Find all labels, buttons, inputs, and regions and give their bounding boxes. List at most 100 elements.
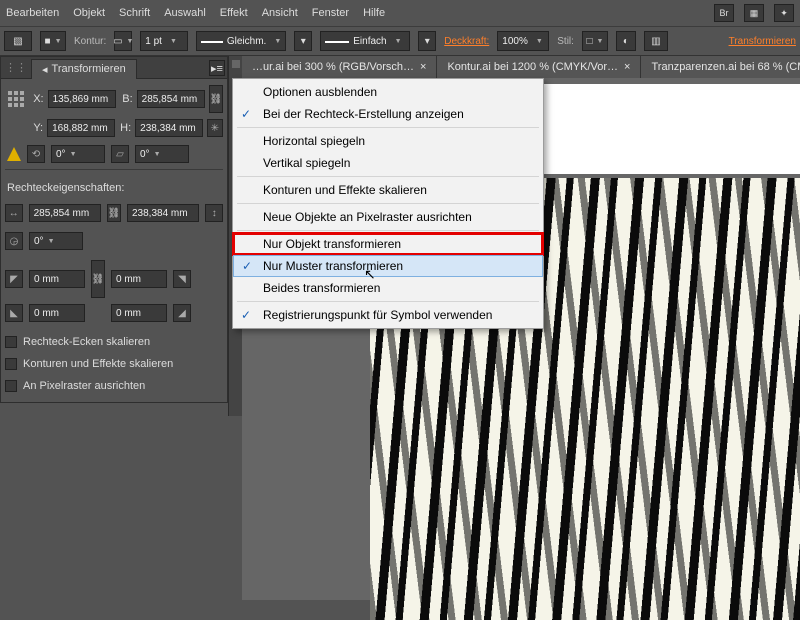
- app-menubar: Bearbeiten Objekt Schrift Auswahl Effekt…: [0, 0, 800, 26]
- close-icon[interactable]: ×: [420, 61, 426, 73]
- stroke-weight-field[interactable]: 1 pt: [140, 31, 188, 51]
- corner-tl-field[interactable]: 0 mm: [29, 270, 85, 288]
- cb-pixel-align[interactable]: [5, 380, 17, 392]
- rect-height-icon: ↕: [205, 204, 223, 222]
- gpu-icon[interactable]: ✦: [774, 4, 794, 22]
- menu-select[interactable]: Auswahl: [164, 7, 206, 19]
- menu-transform-both[interactable]: Beides transformieren: [233, 277, 543, 299]
- dash-options-icon[interactable]: ▾: [294, 31, 312, 51]
- menu-hide-options[interactable]: Optionen ausblenden: [233, 81, 543, 103]
- menu-show-on-rect-create[interactable]: ✓ Bei der Rechteck-Erstellung anzeigen: [233, 103, 543, 125]
- menu-view[interactable]: Ansicht: [262, 7, 298, 19]
- cb-scale-corners[interactable]: [5, 336, 17, 348]
- corner-bl-field[interactable]: 0 mm: [29, 304, 85, 322]
- menu-flip-vertical[interactable]: Vertikal spiegeln: [233, 152, 543, 174]
- menu-flip-horizontal[interactable]: Horizontal spiegeln: [233, 130, 543, 152]
- corner-br-field[interactable]: 0 mm: [111, 304, 167, 322]
- brush-field[interactable]: Einfach: [320, 31, 410, 51]
- align-icon[interactable]: ▥: [644, 31, 668, 51]
- rect-width-field[interactable]: 285,854 mm: [29, 204, 101, 222]
- check-icon: ✓: [242, 259, 252, 273]
- doc-tab-2[interactable]: Kontur.ai bei 1200 % (CMYK/Vor… ×: [437, 56, 641, 78]
- dash-profile-field[interactable]: Gleichm.: [196, 31, 286, 51]
- close-icon[interactable]: ×: [624, 61, 630, 73]
- opacity-field[interactable]: 100%: [497, 31, 549, 51]
- menu-item-label: Nur Objekt transformieren: [263, 237, 401, 251]
- shear-field[interactable]: 0°: [135, 145, 189, 163]
- menu-item-label: Horizontal spiegeln: [263, 134, 365, 148]
- menu-help[interactable]: Hilfe: [363, 7, 385, 19]
- menu-item-label: Neue Objekte an Pixelraster ausrichten: [263, 210, 472, 224]
- menu-window[interactable]: Fenster: [312, 7, 349, 19]
- warning-icon: [7, 147, 21, 161]
- menu-separator: [237, 230, 539, 231]
- doc-tab-1-label: …ur.ai bei 300 % (RGB/Vorsch…: [252, 61, 414, 73]
- tool-preset-icon[interactable]: ▧: [4, 31, 32, 51]
- panel-body: X: 135,869 mm B: 285,854 mm ⛓ Y: 168,882…: [1, 79, 227, 402]
- corner-tr-field[interactable]: 0 mm: [111, 270, 167, 288]
- y-label: Y:: [31, 122, 44, 134]
- panel-grip-icon[interactable]: ⋮⋮: [5, 61, 27, 74]
- panel-flyout-button[interactable]: ▸≡: [209, 60, 225, 76]
- corner-br-icon: ◢: [173, 304, 191, 322]
- menubar-right-group: Br ▦ ✦: [714, 4, 794, 22]
- rect-angle-field[interactable]: 0°: [29, 232, 83, 250]
- scale-strokes-icon[interactable]: ✳: [207, 119, 223, 137]
- height-field[interactable]: 238,384 mm: [135, 119, 202, 137]
- recolor-icon[interactable]: ◐: [616, 31, 636, 51]
- menu-use-reg-point[interactable]: ✓ Registrierungspunkt für Symbol verwende…: [233, 304, 543, 326]
- fill-swatch[interactable]: ■: [40, 31, 66, 51]
- dock-collapse-icon[interactable]: [232, 60, 240, 68]
- menu-object[interactable]: Objekt: [73, 7, 105, 19]
- cb-scale-fx[interactable]: [5, 358, 17, 370]
- document-tabs: …ur.ai bei 300 % (RGB/Vorsch… × Kontur.a…: [242, 56, 800, 78]
- menu-item-label: Konturen und Effekte skalieren: [263, 183, 427, 197]
- menu-transform-pattern-only[interactable]: ✓ Nur Muster transformieren ↖: [233, 255, 543, 277]
- options-bar: ▧ ■ Kontur: ▭ 1 pt Gleichm. ▾ Einfach ▾ …: [0, 26, 800, 56]
- menu-transform-object-only[interactable]: Nur Objekt transformieren: [233, 233, 543, 255]
- menu-edit[interactable]: Bearbeiten: [6, 7, 59, 19]
- menu-align-new-to-pixelgrid[interactable]: Neue Objekte an Pixelraster ausrichten: [233, 206, 543, 228]
- x-field[interactable]: 135,869 mm: [48, 90, 116, 108]
- doc-tab-2-label: Kontur.ai bei 1200 % (CMYK/Vor…: [447, 61, 618, 73]
- menu-type[interactable]: Schrift: [119, 7, 150, 19]
- menu-item-label: Bei der Rechteck-Erstellung anzeigen: [263, 107, 464, 121]
- cb-scale-corners-label: Rechteck-Ecken skalieren: [23, 336, 150, 348]
- cb-scale-fx-label: Konturen und Effekte skalieren: [23, 358, 173, 370]
- panel-title: Transformieren: [52, 63, 126, 75]
- width-field[interactable]: 285,854 mm: [137, 90, 205, 108]
- menu-item-label: Optionen ausblenden: [263, 85, 377, 99]
- rect-height-field[interactable]: 238,384 mm: [127, 204, 199, 222]
- link-wh-icon[interactable]: ⛓: [209, 85, 223, 113]
- corner-bl-icon: ◣: [5, 304, 23, 322]
- check-icon: ✓: [241, 308, 251, 322]
- menu-item-label: Registrierungspunkt für Symbol verwenden: [263, 308, 492, 322]
- rect-angle-icon: ◶: [5, 232, 23, 250]
- doc-tab-3[interactable]: Tranzparenzen.ai bei 68 % (CM…: [641, 56, 800, 78]
- h-label: H:: [119, 122, 132, 134]
- graphic-style-swatch[interactable]: □: [582, 31, 608, 51]
- menu-scale-strokes-fx[interactable]: Konturen und Effekte skalieren: [233, 179, 543, 201]
- brush-preview-icon: [325, 41, 349, 47]
- menu-separator: [237, 203, 539, 204]
- panel-tab-transform[interactable]: ◂ Transformieren: [31, 59, 137, 79]
- corner-tl-icon: ◤: [5, 270, 23, 288]
- transform-link[interactable]: Transformieren: [729, 36, 796, 47]
- link-rect-icon[interactable]: ⛓: [107, 204, 121, 222]
- dash-preview-icon: [201, 41, 223, 47]
- menu-effect[interactable]: Effekt: [220, 7, 248, 19]
- rotate-field[interactable]: 0°: [51, 145, 105, 163]
- check-icon: ✓: [241, 107, 251, 121]
- link-corners-icon[interactable]: ⛓: [91, 260, 105, 298]
- bridge-icon[interactable]: Br: [714, 4, 734, 22]
- doc-tab-1[interactable]: …ur.ai bei 300 % (RGB/Vorsch… ×: [242, 56, 437, 78]
- menu-item-label: Nur Muster transformieren: [263, 259, 403, 273]
- reference-point-icon[interactable]: [5, 87, 27, 111]
- arrange-docs-icon[interactable]: ▦: [744, 4, 764, 22]
- brush-options-icon[interactable]: ▾: [418, 31, 436, 51]
- stroke-swatch[interactable]: ▭: [114, 31, 132, 51]
- panel-flyout-menu: Optionen ausblenden ✓ Bei der Rechteck-Er…: [232, 78, 544, 329]
- y-field[interactable]: 168,882 mm: [47, 119, 114, 137]
- rect-width-icon: ↔: [5, 204, 23, 222]
- opacity-label[interactable]: Deckkraft:: [444, 36, 489, 47]
